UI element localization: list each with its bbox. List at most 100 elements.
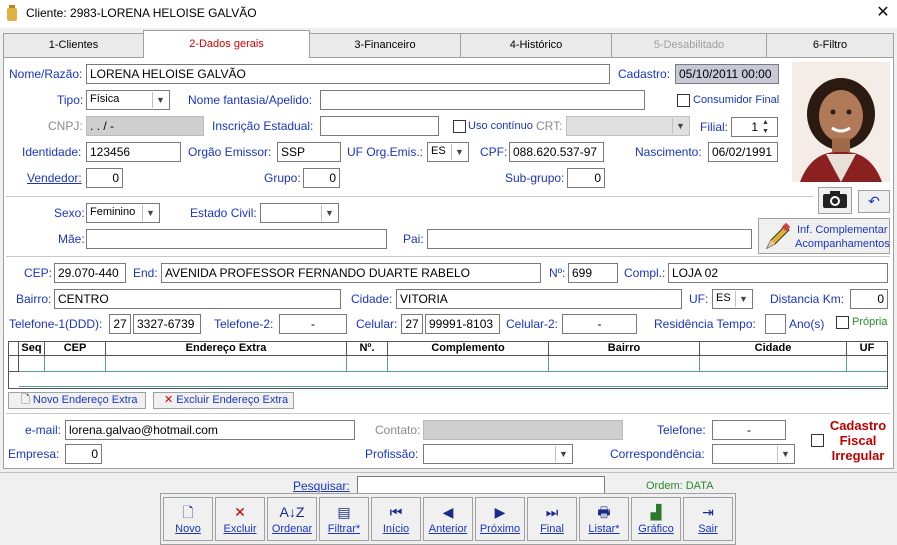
excluir-endereco-button[interactable]: ✕ Excluir Endereço Extra	[153, 392, 294, 409]
last-record-icon: ⏭	[545, 504, 559, 520]
profissao-select[interactable]: ▼	[423, 444, 573, 464]
uf-value: ES	[716, 292, 731, 304]
toolbar-label: Sair	[698, 523, 718, 535]
camera-button[interactable]	[818, 187, 852, 214]
chevron-down-icon: ▼	[142, 205, 158, 221]
uso-continuo-checkbox[interactable]	[453, 120, 466, 133]
grupo-field[interactable]: 0	[303, 168, 340, 188]
filtrar-button[interactable]: ▤ Filtrar*	[319, 497, 369, 541]
grid-header-cidade[interactable]: Cidade	[700, 342, 847, 356]
grid-header-endereco[interactable]: Endereço Extra	[106, 342, 347, 356]
nascimento-field[interactable]: 06/02/1991	[708, 142, 778, 162]
tab-desabilitado: 5-Desabilitado	[611, 33, 767, 57]
anos-label: Ano(s)	[789, 317, 825, 331]
bairro-label: Bairro:	[16, 292, 52, 306]
grid-header-bairro[interactable]: Bairro	[549, 342, 700, 356]
estado-civil-select[interactable]: ▼	[260, 203, 339, 223]
table-row[interactable]	[9, 356, 887, 388]
tab-financeiro[interactable]: 3-Financeiro	[309, 33, 461, 57]
endereco-field[interactable]: AVENIDA PROFESSOR FERNANDO DUARTE RABELO	[161, 263, 541, 283]
toolbar-label: Próximo	[479, 523, 521, 535]
grid-header-uf[interactable]: UF	[847, 342, 887, 356]
pai-field[interactable]	[427, 229, 752, 249]
uf-select[interactable]: ES ▼	[712, 289, 753, 309]
correspondencia-select[interactable]: ▼	[712, 444, 795, 464]
pesquisar-input[interactable]	[357, 476, 605, 494]
inf-complementar-button[interactable]: Inf. Complementar Acompanhamentos	[758, 218, 890, 254]
subgrupo-field[interactable]: 0	[567, 168, 605, 188]
toolbar-label: Gráfico	[638, 523, 674, 535]
cpf-field[interactable]: 088.620.537-97	[509, 142, 604, 162]
grid-header-cep[interactable]: CEP	[45, 342, 106, 356]
celular2-field[interactable]: -	[562, 314, 637, 334]
grid-header-seq[interactable]: Seq	[19, 342, 45, 356]
ordenar-button[interactable]: A↓Z Ordenar	[267, 497, 317, 541]
empresa-field[interactable]: 0	[65, 444, 102, 464]
endereco-extra-grid[interactable]: Seq CEP Endereço Extra Nº. Complemento B…	[8, 341, 888, 389]
mae-field[interactable]	[86, 229, 387, 249]
consumidor-final-checkbox[interactable]	[677, 94, 690, 107]
spinner-arrows-icon[interactable]: ▲ ▼	[762, 118, 769, 136]
novo-endereco-button[interactable]: 🗋 Novo Endereço Extra	[8, 392, 146, 409]
início-button[interactable]: ⏮ Início	[371, 497, 421, 541]
numero-field[interactable]: 699	[568, 263, 618, 283]
email-field[interactable]: lorena.galvao@hotmail.com	[65, 420, 355, 440]
próximo-button[interactable]: ▶ Próximo	[475, 497, 525, 541]
identidade-field[interactable]: 123456	[86, 142, 181, 162]
complemento-label: Compl.:	[624, 266, 666, 280]
tab-clientes[interactable]: 1-Clientes	[3, 33, 144, 57]
tab-dados-gerais[interactable]: 2-Dados gerais	[143, 30, 310, 58]
orgao-field[interactable]: SSP	[277, 142, 341, 162]
vendedor-label[interactable]: Vendedor:	[27, 171, 82, 185]
grid-header-complemento[interactable]: Complemento	[388, 342, 549, 356]
inf-complementar-label: Inf. Complementar	[797, 224, 888, 236]
sair-button[interactable]: ⇥ Sair	[683, 497, 733, 541]
grupo-label: Grupo:	[264, 171, 301, 185]
cidade-field[interactable]: VITORIA	[396, 289, 682, 309]
sexo-select[interactable]: Feminino ▼	[86, 203, 160, 223]
undo-button[interactable]: ↶	[858, 190, 890, 213]
chevron-down-icon: ▼	[555, 446, 571, 462]
cadastro-label: Cadastro:	[618, 67, 671, 81]
listar-button[interactable]: 🖶 Listar*	[579, 497, 629, 541]
toolbar-label: Filtrar*	[327, 523, 361, 535]
tab-filtro[interactable]: 6-Filtro	[766, 33, 894, 57]
grid-header-numero[interactable]: Nº.	[347, 342, 388, 356]
new-doc-icon: 🗋	[182, 504, 194, 520]
nome-field[interactable]: LORENA HELOISE GALVÃO	[86, 64, 610, 84]
telefone1-field[interactable]: 3327-6739	[133, 314, 201, 334]
cep-field[interactable]: 29.070-440	[54, 263, 126, 283]
filial-spinner[interactable]: 1	[731, 117, 778, 137]
telefone2-field[interactable]: -	[279, 314, 347, 334]
telefone1-ddd-field[interactable]: 27	[109, 314, 131, 334]
anterior-button[interactable]: ◀ Anterior	[423, 497, 473, 541]
tab-historico[interactable]: 4-Histórico	[460, 33, 612, 57]
distancia-field[interactable]: 0	[850, 289, 888, 309]
gráfico-button[interactable]: ▟ Gráfico	[631, 497, 681, 541]
uf-orgao-select[interactable]: ES ▼	[427, 142, 469, 162]
propria-checkbox[interactable]	[836, 316, 849, 329]
pai-label: Pai:	[403, 232, 424, 246]
toolbar-label: Excluir	[223, 523, 257, 535]
contato-field	[423, 420, 623, 440]
bairro-field[interactable]: CENTRO	[54, 289, 341, 309]
celular-field[interactable]: 99991-8103	[425, 314, 500, 334]
cnpj-label: CNPJ:	[48, 119, 83, 133]
complemento-field[interactable]: LOJA 02	[668, 263, 888, 283]
vendedor-field[interactable]: 0	[86, 168, 123, 188]
close-icon[interactable]: ✕	[872, 2, 894, 24]
telefone-field[interactable]: -	[712, 420, 786, 440]
novo-button[interactable]: 🗋 Novo	[163, 497, 213, 541]
estado-civil-label: Estado Civil:	[190, 206, 257, 220]
cadastro-irregular-checkbox[interactable]	[811, 434, 824, 447]
final-button[interactable]: ⏭ Final	[527, 497, 577, 541]
tipo-select[interactable]: Física ▼	[86, 90, 170, 110]
excluir-button[interactable]: ✕ Excluir	[215, 497, 265, 541]
ie-field[interactable]	[320, 116, 439, 136]
sexo-label: Sexo:	[54, 206, 85, 220]
residencia-field[interactable]	[765, 314, 786, 334]
fantasia-field[interactable]	[320, 90, 645, 110]
filter-icon: ▤	[337, 504, 351, 520]
celular-ddd-field[interactable]: 27	[401, 314, 423, 334]
profissao-label: Profissão:	[365, 447, 419, 461]
